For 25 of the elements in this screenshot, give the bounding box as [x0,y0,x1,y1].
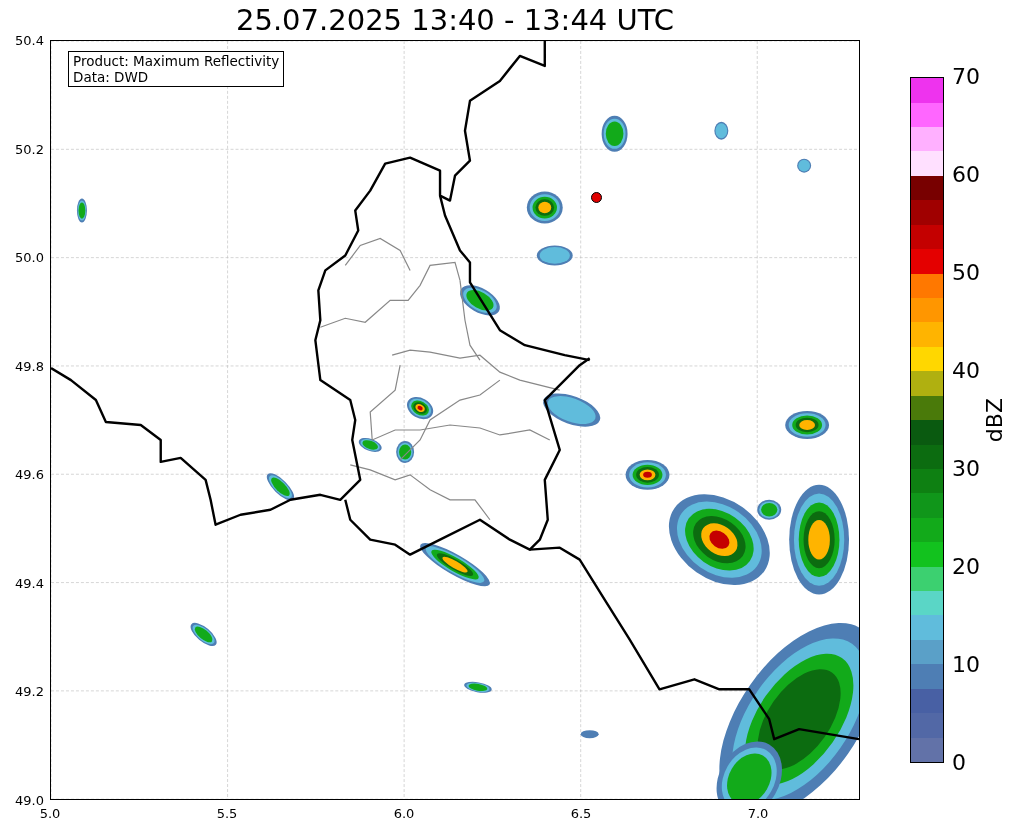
axis-tick-label: 50.0 [15,250,44,264]
chart-title: 25.07.2025 13:40 - 13:44 UTC [236,5,674,35]
colorbar-tick-label: 0 [952,752,966,774]
colorbar-tick-label: 70 [952,66,980,88]
colorbar-tick-label: 10 [952,654,980,676]
axis-tick-label: 49.2 [15,684,44,698]
info-box: Product: Maximum Reflectivity Data: DWD [68,51,285,87]
axis-tick-label: 49.4 [15,576,44,590]
axis-tick-label: 6.5 [570,807,592,820]
axis-tick-label: 49.6 [15,467,44,481]
colorbar-tick-label: 60 [952,164,980,186]
colorbar-tick-label: 50 [952,262,980,284]
axis-tick-label: 50.4 [15,33,44,47]
axis-tick-label: 5.0 [39,807,61,820]
axis-tick-label: 49.0 [15,793,44,807]
colorbar-tick-label: 20 [952,556,980,578]
colorbar-tick-label: 30 [952,458,980,480]
axis-tick-label: 50.2 [15,142,44,156]
axis-tick-label: 6.0 [393,807,415,820]
colorbar-tick-label: 40 [952,360,980,382]
axis-tick-label: 7.0 [747,807,769,820]
location-marker [591,192,602,203]
colorbar-label: dBZ [984,397,1006,443]
axis-tick-label: 5.5 [216,807,238,820]
axis-tick-label: 49.8 [15,359,44,373]
